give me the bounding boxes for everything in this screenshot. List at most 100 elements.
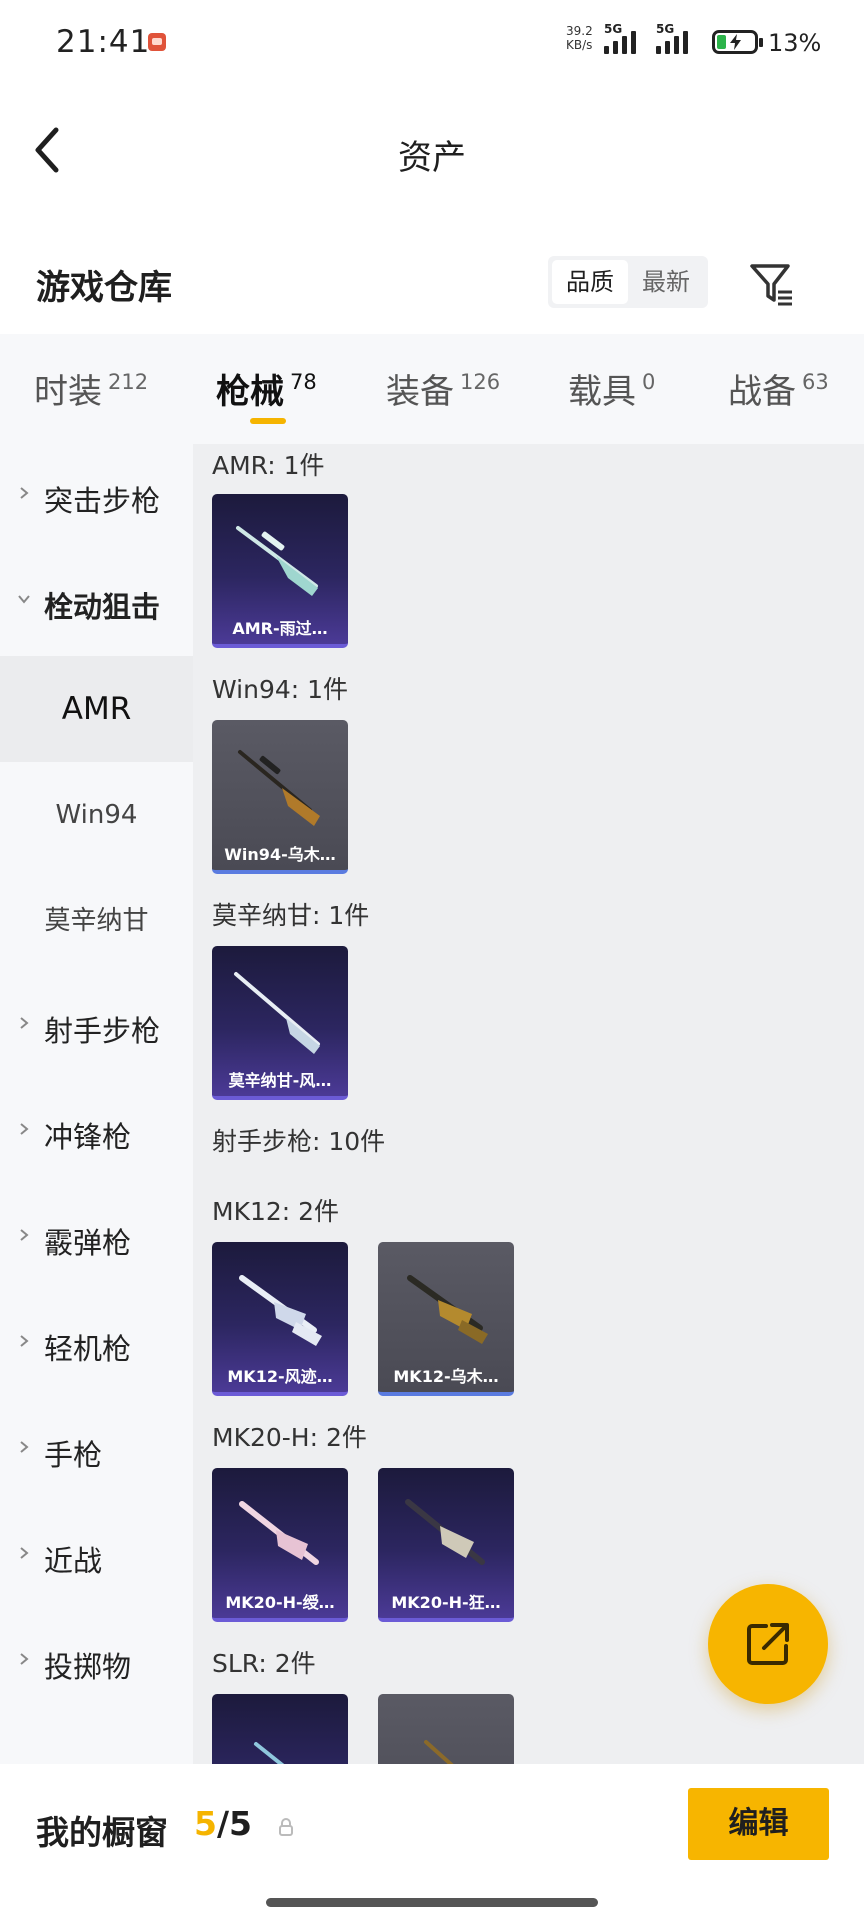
tab-fashion[interactable]: 时装 212 bbox=[34, 364, 148, 413]
weapon-card-caption: AMR-雨过… bbox=[232, 619, 328, 638]
tab-vehicles[interactable]: 载具 0 bbox=[568, 364, 655, 413]
sidebar-item-label: 近战 bbox=[44, 1544, 103, 1578]
dmr-rifle-icon bbox=[407, 1275, 488, 1344]
weapon-card[interactable] bbox=[378, 1694, 514, 1764]
warehouse-toolbar: 游戏仓库 品质 最新 bbox=[0, 230, 864, 330]
external-link-icon bbox=[747, 1623, 789, 1665]
sidebar-item-marksman-rifle[interactable]: 射手步枪 bbox=[0, 974, 193, 1080]
sidebar-item-throwable[interactable]: 投掷物 bbox=[0, 1610, 193, 1716]
weapon-card[interactable]: MK20-H-绶… bbox=[212, 1468, 348, 1622]
tab-label: 枪械 bbox=[216, 372, 284, 412]
sidebar-item-shotgun[interactable]: 霰弹枪 bbox=[0, 1186, 193, 1292]
sidebar-subitem-amr[interactable]: AMR bbox=[0, 656, 193, 762]
active-tab-indicator bbox=[250, 418, 286, 424]
sidebar-item-lmg[interactable]: 轻机枪 bbox=[0, 1292, 193, 1398]
tab-count: 0 bbox=[642, 370, 656, 394]
showcase-title: 我的橱窗 bbox=[36, 1813, 168, 1852]
sidebar-item-label: 轻机枪 bbox=[44, 1332, 132, 1366]
sidebar-item-pistol[interactable]: 手枪 bbox=[0, 1398, 193, 1504]
tab-equipment[interactable]: 装备 126 bbox=[386, 364, 500, 413]
weapon-category-sidebar: 突击步枪 栓动狙击 AMR Win94 莫辛纳甘 射手步枪 冲锋枪 霰弹枪 轻机… bbox=[0, 444, 193, 1764]
showcase-count: 5/5 bbox=[194, 1804, 252, 1843]
sidebar-subitem-mosin[interactable]: 莫辛纳甘 bbox=[0, 868, 193, 974]
home-indicator[interactable] bbox=[266, 1898, 598, 1907]
tab-combat-supplies[interactable]: 战备 63 bbox=[728, 364, 829, 413]
sidebar-item-smg[interactable]: 冲锋枪 bbox=[0, 1080, 193, 1186]
battery-percent: 13% bbox=[768, 29, 822, 57]
sidebar-item-melee[interactable]: 近战 bbox=[0, 1504, 193, 1610]
tab-label: 载具 bbox=[568, 372, 636, 412]
lever-rifle-icon bbox=[238, 750, 320, 826]
showcase-count-current: 5 bbox=[194, 1804, 217, 1843]
sidebar-item-bolt-sniper[interactable]: 栓动狙击 bbox=[0, 550, 193, 656]
section-title: 游戏仓库 bbox=[36, 268, 172, 308]
weapon-card[interactable] bbox=[212, 1694, 348, 1764]
filter-icon bbox=[750, 264, 792, 306]
signal-1-label: 5G bbox=[604, 22, 623, 36]
sort-newest-button[interactable]: 最新 bbox=[628, 260, 704, 304]
sidebar-subitem-win94[interactable]: Win94 bbox=[0, 762, 193, 868]
edit-button[interactable]: 编辑 bbox=[688, 1788, 829, 1860]
group-label-win94: Win94: 1件 bbox=[212, 675, 349, 704]
network-speed-unit: KB/s bbox=[566, 38, 593, 52]
sniper-rifle-icon bbox=[236, 526, 318, 596]
showcase-count-total: 5 bbox=[229, 1804, 252, 1843]
weapon-card[interactable]: 莫辛纳甘-风… bbox=[212, 946, 348, 1100]
battery-fill bbox=[717, 35, 726, 49]
group-label-mk12: MK12: 2件 bbox=[212, 1197, 340, 1226]
tab-count: 78 bbox=[290, 370, 317, 394]
network-speed: 39.2 KB/s bbox=[566, 24, 600, 52]
filter-button[interactable] bbox=[748, 260, 796, 308]
dmr-rifle-icon bbox=[254, 1742, 285, 1764]
showcase-bar: 我的橱窗 5/5 编辑 bbox=[0, 1764, 864, 1920]
chevron-right-icon bbox=[20, 1653, 29, 1665]
group-label-mosin: 莫辛纳甘: 1件 bbox=[212, 901, 370, 930]
chevron-right-icon bbox=[20, 1017, 29, 1029]
weapon-card-caption: MK12-风迹… bbox=[227, 1367, 333, 1386]
signal-2-label: 5G bbox=[656, 22, 675, 36]
showcase-count-separator: / bbox=[216, 1804, 230, 1843]
weapon-card[interactable]: MK20-H-狂… bbox=[378, 1468, 514, 1622]
weapon-card[interactable]: MK12-乌木… bbox=[378, 1242, 514, 1396]
weapon-list: AMR: 1件 AMR-雨过… Win94: 1件 Win94-乌木… 莫辛纳甘… bbox=[193, 444, 864, 1764]
group-label-marksman: 射手步枪: 10件 bbox=[212, 1127, 386, 1156]
tab-guns[interactable]: 枪械 78 bbox=[216, 364, 317, 413]
dmr-rifle-icon bbox=[405, 1499, 485, 1565]
tab-label: 时装 bbox=[34, 372, 102, 412]
chevron-right-icon bbox=[20, 1547, 29, 1559]
tab-label: 战备 bbox=[728, 372, 796, 412]
signal-2-icon: 5G bbox=[656, 22, 710, 58]
weapon-card-caption: MK20-H-狂… bbox=[391, 1593, 501, 1612]
group-label-mk20h: MK20-H: 2件 bbox=[212, 1423, 367, 1452]
tab-label: 装备 bbox=[386, 372, 454, 412]
status-bar: 21:41 39.2 KB/s 5G 5G 13% bbox=[0, 0, 864, 88]
lock-icon bbox=[279, 1818, 293, 1836]
weapon-card[interactable]: AMR-雨过… bbox=[212, 494, 348, 648]
tab-count: 212 bbox=[108, 370, 149, 394]
sort-quality-button[interactable]: 品质 bbox=[552, 260, 628, 304]
tab-count: 63 bbox=[802, 370, 829, 394]
sidebar-item-label: 射手步枪 bbox=[44, 1014, 161, 1048]
weapon-card[interactable]: MK12-风迹… bbox=[212, 1242, 348, 1396]
chevron-right-icon bbox=[20, 1335, 29, 1347]
sidebar-item-label: 投掷物 bbox=[44, 1650, 132, 1684]
sidebar-item-label: 突击步枪 bbox=[44, 484, 161, 518]
sidebar-item-label: 手枪 bbox=[44, 1438, 103, 1472]
charging-bolt-icon bbox=[730, 34, 741, 50]
dmr-rifle-icon bbox=[424, 1740, 454, 1764]
weapon-card-caption: MK20-H-绶… bbox=[225, 1593, 335, 1612]
bolt-rifle-icon bbox=[234, 972, 320, 1054]
network-speed-value: 39.2 bbox=[566, 24, 593, 38]
signal-1-icon: 5G bbox=[604, 22, 658, 58]
sort-toggle: 品质 最新 bbox=[548, 256, 708, 308]
chevron-down-icon bbox=[18, 595, 30, 604]
sidebar-item-assault-rifle[interactable]: 突击步枪 bbox=[0, 444, 193, 550]
weapon-card-caption: Win94-乌木… bbox=[224, 845, 336, 864]
dmr-rifle-icon bbox=[239, 1275, 322, 1346]
sidebar-item-label: 冲锋枪 bbox=[44, 1120, 132, 1154]
weapon-card-caption: 莫辛纳甘-风… bbox=[228, 1071, 332, 1090]
share-fab-button[interactable] bbox=[708, 1584, 828, 1704]
weapon-card[interactable]: Win94-乌木… bbox=[212, 720, 348, 874]
notification-app-icon bbox=[148, 33, 166, 51]
group-label-amr: AMR: 1件 bbox=[212, 451, 325, 480]
